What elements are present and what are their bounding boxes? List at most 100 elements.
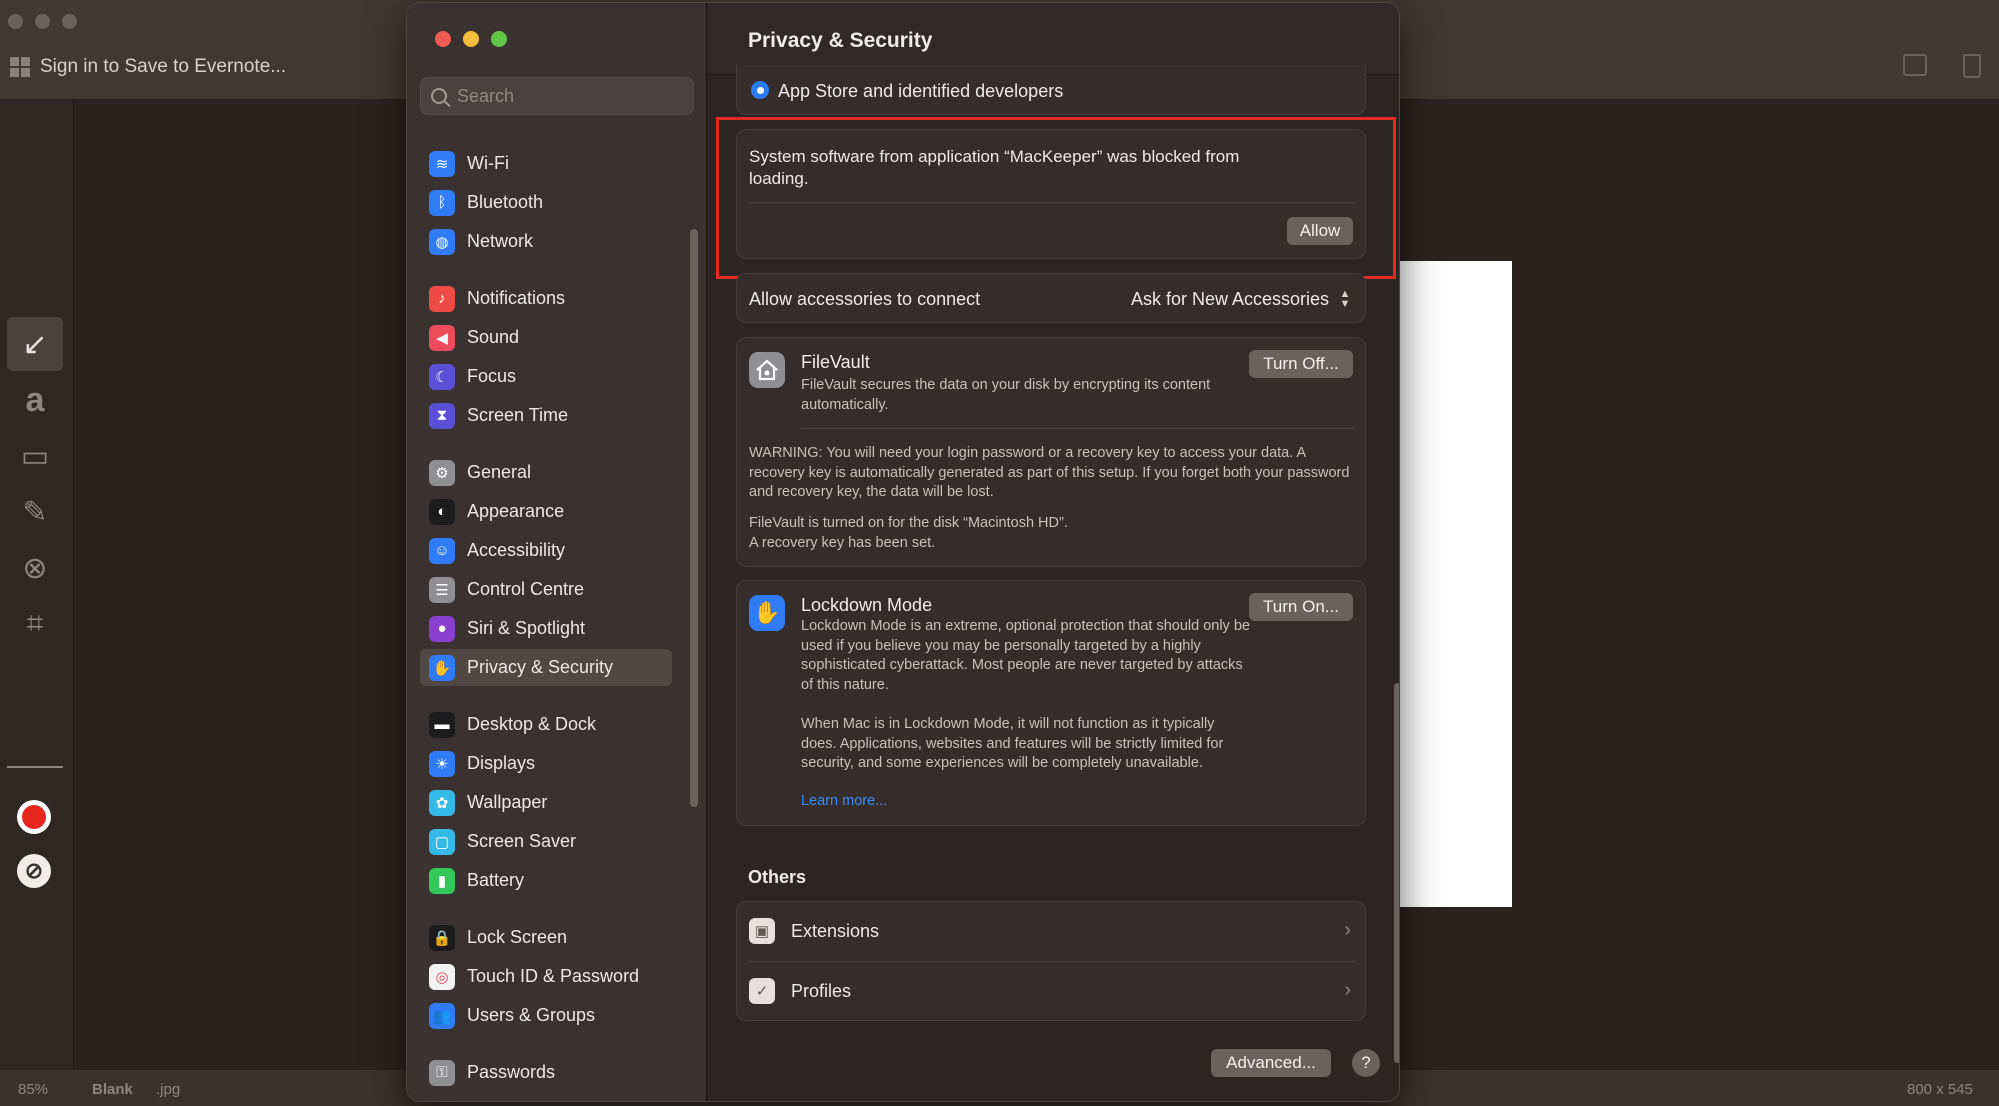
- radio-selected-icon[interactable]: [751, 81, 769, 99]
- extensions-label: Extensions: [791, 921, 880, 941]
- file-extension[interactable]: .jpg: [156, 1081, 180, 1098]
- sidebar-item-wi-fi[interactable]: ≋ Wi-Fi: [420, 145, 672, 182]
- sidebar-item-screen-time[interactable]: ⧗ Screen Time: [420, 397, 672, 434]
- sidebar-item-notifications[interactable]: ♪ Notifications: [420, 280, 672, 317]
- users-icon: 👥: [429, 1002, 455, 1029]
- sidebar-item-wallpaper[interactable]: ✿ Wallpaper: [420, 784, 672, 821]
- trash-icon[interactable]: [1963, 54, 1981, 78]
- filevault-warning: WARNING: You will need your login passwo…: [749, 445, 1350, 500]
- sidebar-item-users-groups[interactable]: 👥 Users & Groups: [420, 997, 672, 1034]
- key-icon: ⚿: [429, 1059, 455, 1086]
- extensions-row[interactable]: ▣ Extensions ›: [737, 902, 1365, 961]
- background-image-preview: [1390, 261, 1512, 907]
- sidebar-item-label: Focus: [467, 366, 517, 386]
- sidebar: ≋ Wi-Fi ᛒ Bluetooth ◍ Network ♪ Notifications ◀ S…: [407, 3, 707, 1101]
- rectangle-tool-icon[interactable]: ▭: [7, 429, 63, 483]
- bg-minimize-light[interactable]: [35, 14, 50, 29]
- wifi-icon: ≋: [429, 150, 455, 177]
- sidebar-item-battery[interactable]: ▮ Battery: [420, 862, 672, 899]
- extensions-icon: ▣: [749, 918, 775, 944]
- sidebar-item-label: Notifications: [467, 288, 566, 308]
- lock-icon: 🔒: [429, 924, 455, 951]
- screensaver-icon: ▢: [429, 828, 455, 855]
- bell-icon: ♪: [429, 285, 455, 312]
- accessibility-icon: ☺: [429, 537, 455, 564]
- arrow-tool-icon[interactable]: ↙: [7, 317, 63, 371]
- sidebar-item-label: Wallpaper: [467, 792, 548, 812]
- sidebar-item-label: Screen Time: [467, 405, 569, 425]
- share-icon[interactable]: [1903, 54, 1927, 76]
- sidebar-item-siri-spotlight[interactable]: ● Siri & Spotlight: [420, 610, 672, 647]
- stroke-width-icon[interactable]: ⊘: [17, 854, 51, 888]
- search-field[interactable]: [420, 77, 694, 115]
- lockdown-mode-card: ✋ Lockdown Mode Lockdown Mode is an extr…: [736, 580, 1366, 826]
- sidebar-item-label: Sound: [467, 327, 520, 347]
- close-button[interactable]: [435, 31, 451, 47]
- sidebar-scrollbar[interactable]: [690, 229, 698, 807]
- toolbar-divider: [7, 766, 63, 768]
- sidebar-item-displays[interactable]: ☀ Displays: [420, 745, 672, 782]
- search-input[interactable]: [457, 85, 677, 107]
- sun-icon: ☀: [429, 750, 455, 777]
- zoom-level[interactable]: 85%: [18, 1081, 48, 1098]
- system-settings-window: ≋ Wi-Fi ᛒ Bluetooth ◍ Network ♪ Notifications ◀ S…: [406, 2, 1400, 1102]
- appearance-icon: ◐: [429, 498, 455, 525]
- sidebar-item-passwords[interactable]: ⚿ Passwords: [420, 1054, 672, 1091]
- content-scrollbar[interactable]: [1394, 683, 1399, 1063]
- sidebar-item-label: Users & Groups: [467, 1005, 596, 1025]
- file-name: Blank: [92, 1081, 133, 1098]
- sidebar-item-screen-saver[interactable]: ▢ Screen Saver: [420, 823, 672, 860]
- color-picker-icon[interactable]: [17, 800, 51, 834]
- filevault-turn-off-button[interactable]: Turn Off...: [1249, 350, 1353, 378]
- lockdown-turn-on-button[interactable]: Turn On...: [1249, 593, 1353, 621]
- search-icon: [431, 88, 447, 104]
- filevault-recovery-line: A recovery key has been set.: [749, 534, 936, 551]
- sidebar-item-bluetooth[interactable]: ᛒ Bluetooth: [420, 184, 672, 221]
- sidebar-item-label: Lock Screen: [467, 927, 568, 947]
- hand-icon: ✋: [429, 654, 455, 681]
- red-highlight-annotation: [716, 117, 1396, 279]
- sidebar-item-appearance[interactable]: ◐ Appearance: [420, 493, 672, 530]
- filevault-title: FileVault: [801, 352, 870, 372]
- sidebar-item-label: Touch ID & Password: [467, 966, 640, 986]
- text-tool-icon[interactable]: a: [7, 373, 63, 427]
- profiles-row[interactable]: ✓ Profiles ›: [737, 962, 1365, 1021]
- bg-zoom-light[interactable]: [62, 14, 77, 29]
- sidebar-item-general[interactable]: ⚙ General: [420, 454, 672, 491]
- learn-more-link[interactable]: Learn more...: [801, 793, 887, 809]
- sidebar-item-sound[interactable]: ◀ Sound: [420, 319, 672, 356]
- sidebar-item-control-centre[interactable]: ☰ Control Centre: [420, 571, 672, 608]
- toggles-icon: ☰: [429, 576, 455, 603]
- sidebar-item-label: Network: [467, 231, 534, 251]
- filevault-status: FileVault is turned on for the disk “Mac…: [749, 514, 1359, 553]
- sidebar-item-label: Battery: [467, 870, 525, 890]
- chevron-updown-icon[interactable]: ▲ ▼: [1337, 288, 1353, 310]
- accessories-popup[interactable]: Ask for New Accessories: [1131, 289, 1329, 310]
- evernote-signin-button[interactable]: Sign in to Save to Evernote...: [10, 56, 286, 78]
- sidebar-item-label: Accessibility: [467, 540, 566, 560]
- advanced-button[interactable]: Advanced...: [1211, 1049, 1331, 1077]
- sidebar-item-label: Bluetooth: [467, 192, 544, 212]
- filevault-house-icon: [749, 352, 785, 388]
- lockdown-title: Lockdown Mode: [801, 595, 933, 615]
- app-source-option[interactable]: App Store and identified developers: [736, 65, 1366, 115]
- sidebar-item-lock-screen[interactable]: 🔒 Lock Screen: [420, 919, 672, 956]
- chevron-right-icon: ›: [1344, 919, 1351, 941]
- bg-close-light[interactable]: [8, 14, 23, 29]
- speaker-icon: ◀: [429, 324, 455, 351]
- zoom-button[interactable]: [491, 31, 507, 47]
- others-list: ▣ Extensions › ✓ Profiles ›: [736, 901, 1366, 1021]
- pen-tool-icon[interactable]: ✎: [7, 485, 63, 539]
- sidebar-item-network[interactable]: ◍ Network: [420, 223, 672, 260]
- sidebar-item-label: Control Centre: [467, 579, 585, 599]
- minimize-button[interactable]: [463, 31, 479, 47]
- sidebar-item-focus[interactable]: ☾ Focus: [420, 358, 672, 395]
- sidebar-item-desktop-dock[interactable]: ▬ Desktop & Dock: [420, 706, 672, 743]
- sidebar-item-privacy-security[interactable]: ✋ Privacy & Security: [420, 649, 672, 686]
- sidebar-item-touch-id-password[interactable]: ◎ Touch ID & Password: [420, 958, 672, 995]
- bluetooth-icon: ᛒ: [429, 189, 455, 216]
- help-button[interactable]: ?: [1352, 1049, 1380, 1077]
- sidebar-item-accessibility[interactable]: ☺ Accessibility: [420, 532, 672, 569]
- crop-tool-icon[interactable]: ⌗: [7, 597, 63, 651]
- eraser-tool-icon[interactable]: ⊗: [7, 541, 63, 595]
